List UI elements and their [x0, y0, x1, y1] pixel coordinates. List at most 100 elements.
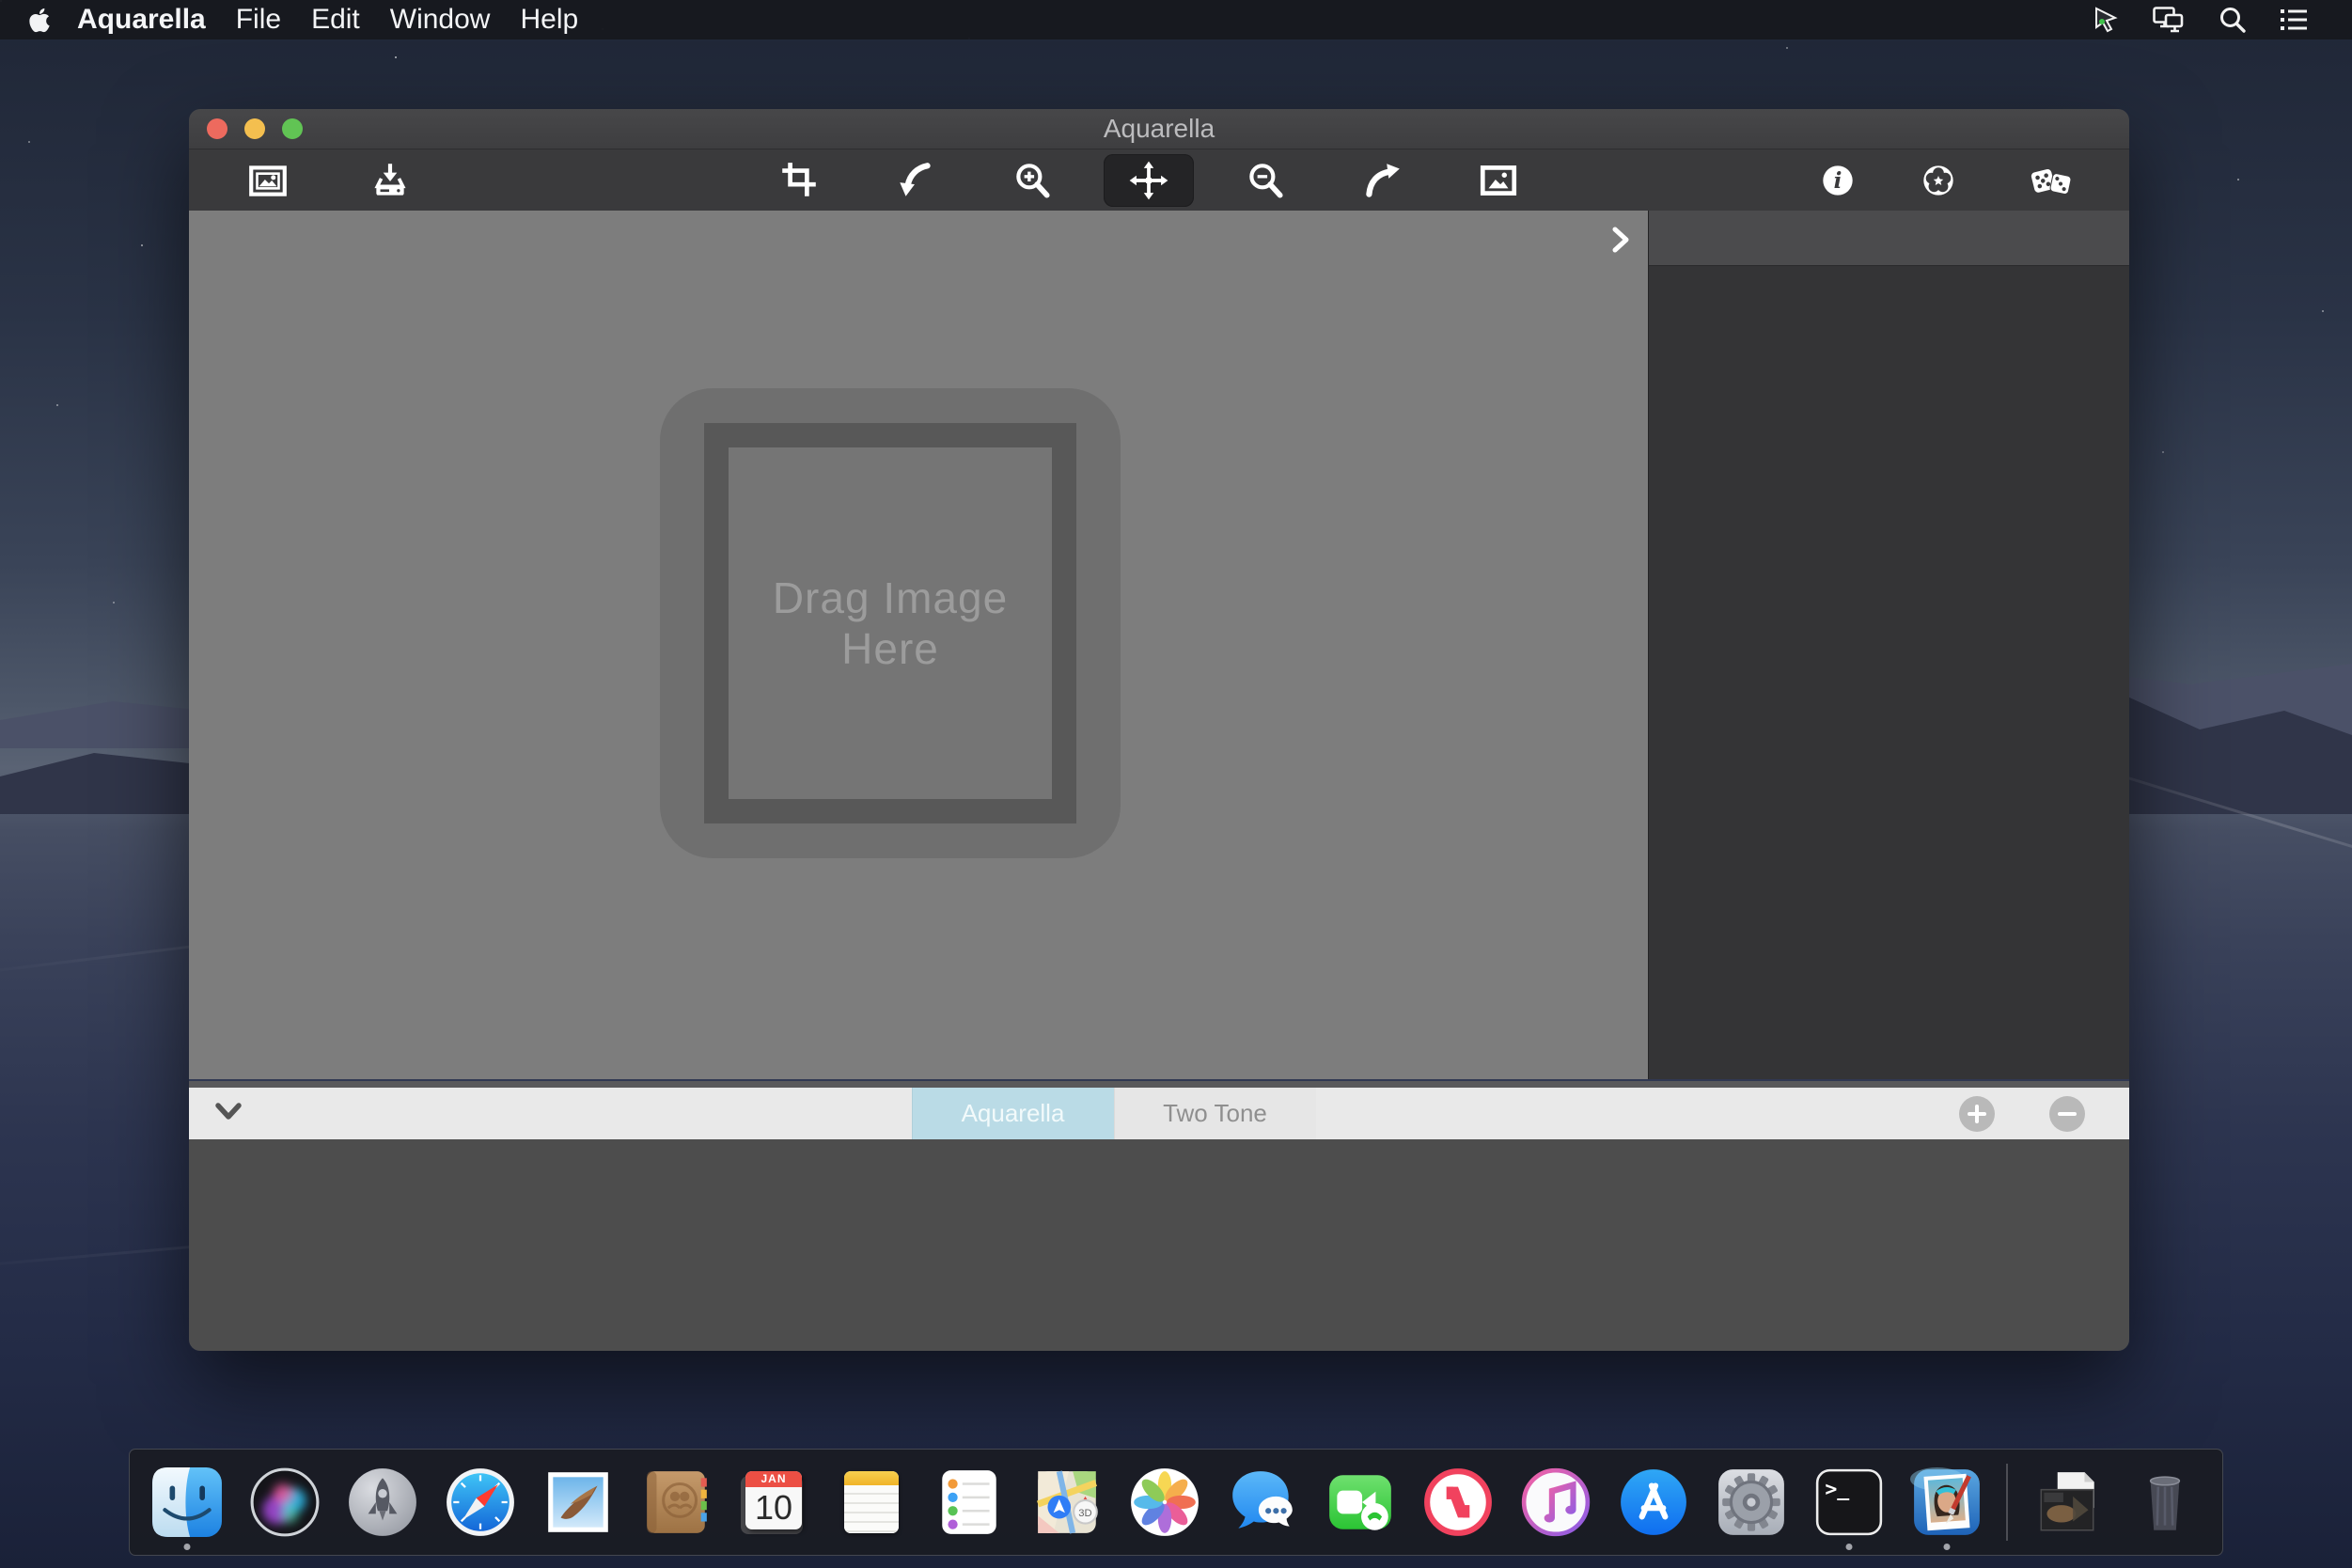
dock-icon-news[interactable] [1416, 1451, 1500, 1553]
chevron-down-icon [213, 1101, 243, 1123]
notes-icon [844, 1471, 899, 1533]
info-button[interactable]: i [1793, 154, 1883, 207]
aquarella-app-icon [1910, 1466, 1984, 1539]
svg-text:3D: 3D [1078, 1508, 1091, 1519]
notes-header [844, 1471, 899, 1485]
system-preferences-icon [1715, 1466, 1788, 1539]
tab-label: Two Tone [1163, 1099, 1267, 1128]
menu-item-window[interactable]: Window [390, 4, 491, 36]
dock-icon-safari[interactable] [438, 1451, 523, 1553]
toolbar: i [189, 149, 2129, 211]
dock-icon-facetime[interactable] [1318, 1451, 1403, 1553]
downloads-stack-icon [2031, 1466, 2104, 1539]
menu-app-name[interactable]: Aquarella [77, 4, 206, 36]
apple-logo-icon [28, 7, 51, 34]
aquarella-window: Aquarella [189, 109, 2129, 1351]
drop-placeholder-text: Drag Image Here [735, 572, 1045, 675]
dock-icon-reminders[interactable] [927, 1451, 1011, 1553]
menu-item-file[interactable]: File [236, 4, 281, 36]
open-image-icon [246, 159, 290, 202]
list-icon[interactable] [2279, 8, 2309, 32]
dock-icon-siri[interactable] [243, 1451, 327, 1553]
tab-aquarella[interactable]: Aquarella [912, 1088, 1114, 1139]
displays-icon[interactable] [2153, 7, 2187, 33]
dock-icon-itunes[interactable] [1513, 1451, 1598, 1553]
menu-item-edit[interactable]: Edit [311, 4, 360, 36]
drop-zone[interactable]: Drag Image Here [660, 388, 1121, 858]
dock-icon-launchpad[interactable] [340, 1451, 425, 1553]
svg-text:>_: >_ [1825, 1478, 1849, 1501]
dock-icon-downloads[interactable] [2025, 1451, 2109, 1553]
launchpad-icon [346, 1466, 419, 1539]
redo-icon [1360, 159, 1403, 202]
desktop: Aquarella File Edit Window Help Aquarell… [0, 0, 2352, 1568]
itunes-icon [1519, 1466, 1592, 1539]
redo-tool-button[interactable] [1337, 154, 1427, 207]
dock-icon-system-preferences[interactable] [1709, 1451, 1794, 1553]
spotlight-icon[interactable] [2219, 6, 2247, 34]
add-filter-button[interactable] [1959, 1096, 1995, 1132]
mail-icon [541, 1466, 615, 1539]
calendar-page: JAN 10 [745, 1471, 802, 1529]
calendar-month: JAN [745, 1471, 802, 1487]
notes-lines [844, 1485, 899, 1533]
remove-filter-button[interactable] [2049, 1096, 2085, 1132]
siri-icon [248, 1466, 321, 1539]
zoom-in-tool-button[interactable] [987, 154, 1077, 207]
sidebar-header [1649, 211, 2129, 266]
dock-icon-messages[interactable] [1220, 1451, 1305, 1553]
apple-menu[interactable] [28, 7, 51, 34]
open-image-button[interactable] [223, 154, 313, 207]
title-bar[interactable]: Aquarella [189, 109, 2129, 149]
dock-icon-notes[interactable] [829, 1451, 914, 1553]
facetime-icon [1324, 1466, 1397, 1539]
dock-icon-maps[interactable]: 3D [1025, 1451, 1109, 1553]
settings-sidebar [1648, 211, 2129, 1079]
svg-text:i: i [1834, 167, 1842, 193]
dock-icon-finder[interactable] [145, 1451, 229, 1553]
dock-icon-aquarella[interactable] [1905, 1451, 1989, 1553]
photos-icon [1128, 1466, 1201, 1539]
crop-icon [777, 159, 821, 202]
rotate-tool-button[interactable] [870, 154, 961, 207]
menu-item-help[interactable]: Help [520, 4, 578, 36]
filters-shutter-icon [1917, 159, 1960, 202]
frame-image-icon [1477, 159, 1520, 202]
calendar-icon: JAN 10 [744, 1471, 804, 1533]
dock-icon-app-store[interactable] [1611, 1451, 1696, 1553]
running-indicator [1944, 1544, 1951, 1550]
move-tool-button[interactable] [1104, 154, 1194, 207]
crop-tool-button[interactable] [754, 154, 844, 207]
image-canvas[interactable]: Drag Image Here [189, 211, 1648, 1079]
dock: JAN 10 3D [129, 1449, 2223, 1556]
drop-zone-frame: Drag Image Here [704, 423, 1076, 823]
zoom-out-tool-button[interactable] [1220, 154, 1310, 207]
dock-icon-mail[interactable] [536, 1451, 620, 1553]
finder-icon [150, 1466, 224, 1539]
dock-icon-contacts[interactable] [634, 1451, 718, 1553]
rotate-icon [894, 159, 937, 202]
dock-icon-photos[interactable] [1122, 1451, 1207, 1553]
filters-button[interactable] [1893, 154, 1984, 207]
import-image-button[interactable] [345, 154, 435, 207]
dice-icon [2028, 159, 2075, 202]
filter-bar-collapse-button[interactable] [213, 1101, 243, 1127]
dock-icon-trash[interactable] [2123, 1451, 2207, 1553]
import-image-icon [368, 159, 412, 202]
sidebar-collapse-button[interactable] [1605, 224, 1637, 256]
window-title: Aquarella [189, 109, 2129, 149]
tab-label: Aquarella [962, 1099, 1065, 1128]
frame-image-button[interactable] [1453, 154, 1544, 207]
filter-bar: Aquarella Two Tone [189, 1088, 2129, 1139]
contacts-icon [639, 1466, 713, 1539]
dock-icon-calendar[interactable]: JAN 10 [731, 1451, 816, 1553]
tab-two-tone[interactable]: Two Tone [1114, 1088, 1316, 1139]
maps-icon: 3D [1030, 1466, 1104, 1539]
menu-status-area [2091, 5, 2309, 35]
trash-icon [2128, 1466, 2202, 1539]
pointer-tool-icon[interactable] [2091, 5, 2121, 35]
reminders-icon [933, 1466, 1006, 1539]
info-icon: i [1816, 159, 1859, 202]
dock-icon-terminal[interactable]: >_ [1807, 1451, 1891, 1553]
randomize-button[interactable] [2006, 154, 2096, 207]
